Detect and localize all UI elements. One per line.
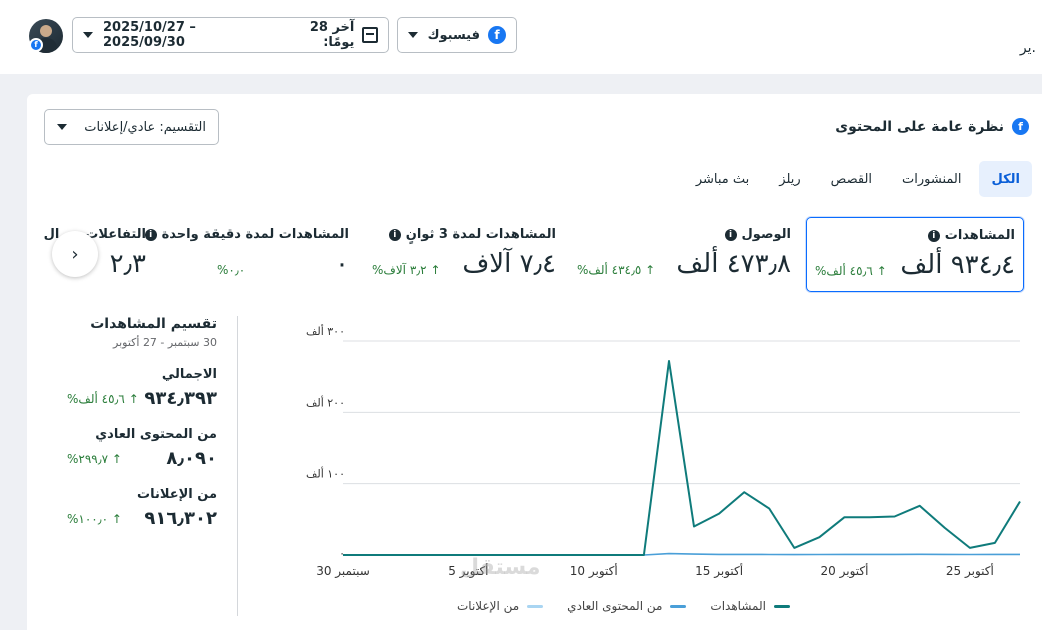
breakdown-label: التقسيم: عادي/إعلانات: [84, 119, 206, 135]
group-change: ↑ ٤٥٫٦ ألف%: [67, 391, 139, 406]
info-icon[interactable]: i: [388, 228, 401, 241]
legend-label: من المحتوى العادي: [567, 599, 663, 613]
chevron-down-icon: [57, 124, 67, 130]
legend-swatch: [527, 604, 544, 608]
y-tick-label: ٢٠٠ ألف: [306, 395, 345, 409]
metric-value: ٢٫٣: [109, 249, 146, 279]
y-tick-label: ١٠٠ ألف: [306, 467, 345, 481]
facebook-icon: f: [488, 26, 506, 44]
metric-3s-views[interactable]: المشاهدات لمدة 3 ثوانٍ i ٧٫٤ آلاف ↑ ٣٫٢ آ…: [364, 217, 564, 292]
x-tick-label: 30 سبتمبر: [316, 564, 370, 579]
metric-change: ٠٫٠%: [217, 263, 246, 277]
metric-label: المشاهدات: [944, 228, 1015, 243]
legend-item-views[interactable]: المشاهدات: [710, 599, 790, 613]
breakdown-period: 30 سبتمبر - 27 أكتوبر: [113, 336, 217, 349]
scroll-right-button[interactable]: ›: [52, 231, 98, 277]
card-title: f نظرة عامة على المحتوى: [835, 118, 1029, 135]
views-breakdown-panel: تقسيم المشاهدات 30 سبتمبر - 27 أكتوبر ال…: [67, 316, 217, 529]
content-tabs: الكل المنشورات القصص ريلز بث مباشر: [684, 161, 1032, 197]
info-icon[interactable]: i: [927, 229, 940, 242]
truncated-edge-text: ير.: [1019, 40, 1036, 56]
breakdown-dropdown[interactable]: التقسيم: عادي/إعلانات: [44, 109, 219, 145]
chevron-right-icon: ›: [71, 243, 79, 265]
metric-change: ↑ ٤٣٤٫٥ ألف%: [577, 263, 656, 277]
platform-label: فيسبوك: [427, 27, 480, 43]
legend-item-ads[interactable]: من الإعلانات: [457, 599, 544, 613]
breakdown-organic: من المحتوى العادي ٨٫٠٩٠ ↑ ٢٩٩٫٧%: [67, 427, 217, 469]
breakdown-title: تقسيم المشاهدات: [90, 316, 217, 332]
metric-reach[interactable]: الوصول i ٤٧٣٫٨ ألف ↑ ٤٣٤٫٥ ألف%: [569, 217, 799, 292]
metric-value: ٩٣٤٫٤ ألف: [900, 250, 1015, 280]
metric-value: ٧٫٤ آلاف: [462, 249, 556, 279]
metric-value: ٤٧٣٫٨ ألف: [676, 249, 791, 279]
divider: [237, 316, 238, 616]
tab-reels[interactable]: ريلز: [767, 161, 812, 197]
x-tick-label: 20 أكتوبر: [821, 563, 869, 579]
legend-label: المشاهدات: [710, 599, 766, 613]
platform-selector[interactable]: f فيسبوك: [397, 17, 517, 53]
x-tick-label: 25 أكتوبر: [946, 563, 994, 579]
legend-swatch: [670, 604, 687, 608]
legend-item-organic[interactable]: من المحتوى العادي: [567, 599, 687, 613]
chevron-down-icon: [408, 32, 418, 38]
series-line-0: [343, 360, 1021, 556]
tab-posts[interactable]: المنشورات: [890, 161, 973, 197]
breakdown-total: الاجمالي ٩٣٤٫٣٩٣ ↑ ٤٥٫٦ ألف%: [67, 367, 217, 409]
facebook-icon: f: [1012, 118, 1029, 135]
watermark-logo: مستقل: [460, 555, 541, 580]
legend-label: من الإعلانات: [457, 599, 520, 613]
card-title-text: نظرة عامة على المحتوى: [835, 118, 1004, 135]
date-range-label: 2025/10/27 – 2025/09/30: [103, 20, 196, 50]
metric-change: ↑ ٤٥٫٦ ألف%: [815, 264, 887, 278]
group-label: من الإعلانات: [137, 487, 217, 502]
date-range-picker[interactable]: آخر 28 يومًا: 2025/10/27 – 2025/09/30: [72, 17, 389, 53]
date-preset-label: آخر 28 يومًا:: [309, 20, 355, 50]
info-icon[interactable]: i: [724, 228, 737, 241]
metric-views[interactable]: المشاهدات i ٩٣٤٫٤ ألف ↑ ٤٥٫٦ ألف%: [806, 217, 1024, 292]
metric-label: الوصول: [741, 227, 791, 242]
tab-stories[interactable]: القصص: [819, 161, 884, 197]
tab-all[interactable]: الكل: [979, 161, 1032, 197]
x-tick-label: 15 أكتوبر: [695, 563, 743, 579]
metric-1min-views[interactable]: المشاهدات لمدة دقيقة واحدة i ٠ ٠٫٠%: [144, 217, 357, 292]
group-label: من المحتوى العادي: [95, 427, 217, 442]
group-value: ٨٫٠٩٠: [166, 448, 217, 469]
metric-label: المشاهدات لمدة دقيقة واحدة: [161, 227, 349, 242]
metric-label: المشاهدات لمدة 3 ثوانٍ: [405, 227, 556, 242]
metric-value: ٠: [335, 249, 349, 279]
metric-change: ↑ ٣٫٢ آلاف%: [372, 263, 441, 277]
tab-live[interactable]: بث مباشر: [684, 161, 761, 197]
views-line-chart: ٠١٠٠ ألف٢٠٠ ألف٣٠٠ ألف30 سبتمبر 5 أكتوبر 1…: [306, 324, 1021, 579]
content-overview-card: f نظرة عامة على المحتوى التقسيم: عادي/إع…: [27, 94, 1042, 630]
legend-swatch: [773, 604, 790, 608]
facebook-badge-icon: f: [29, 38, 43, 52]
chart-legend: المشاهدات من المحتوى العادي من الإعلانات: [457, 599, 790, 613]
group-label: الاجمالي: [161, 367, 217, 382]
x-tick-label: 10 أكتوبر: [570, 563, 618, 579]
group-change: ↑ ١٠٠٫٠%: [67, 511, 122, 526]
chevron-down-icon: [83, 32, 93, 38]
breakdown-ads: من الإعلانات ٩١٦٫٣٠٢ ↑ ١٠٠٫٠%: [67, 487, 217, 529]
group-change: ↑ ٢٩٩٫٧%: [67, 451, 122, 466]
group-value: ٩١٦٫٣٠٢: [144, 508, 217, 529]
calendar-icon: [362, 27, 378, 43]
top-bar: f آخر 28 يومًا: 2025/10/27 – 2025/09/30 …: [0, 0, 1042, 74]
group-value: ٩٣٤٫٣٩٣: [144, 388, 217, 409]
y-tick-label: ٠: [339, 547, 345, 560]
y-tick-label: ٣٠٠ ألف: [306, 324, 345, 338]
